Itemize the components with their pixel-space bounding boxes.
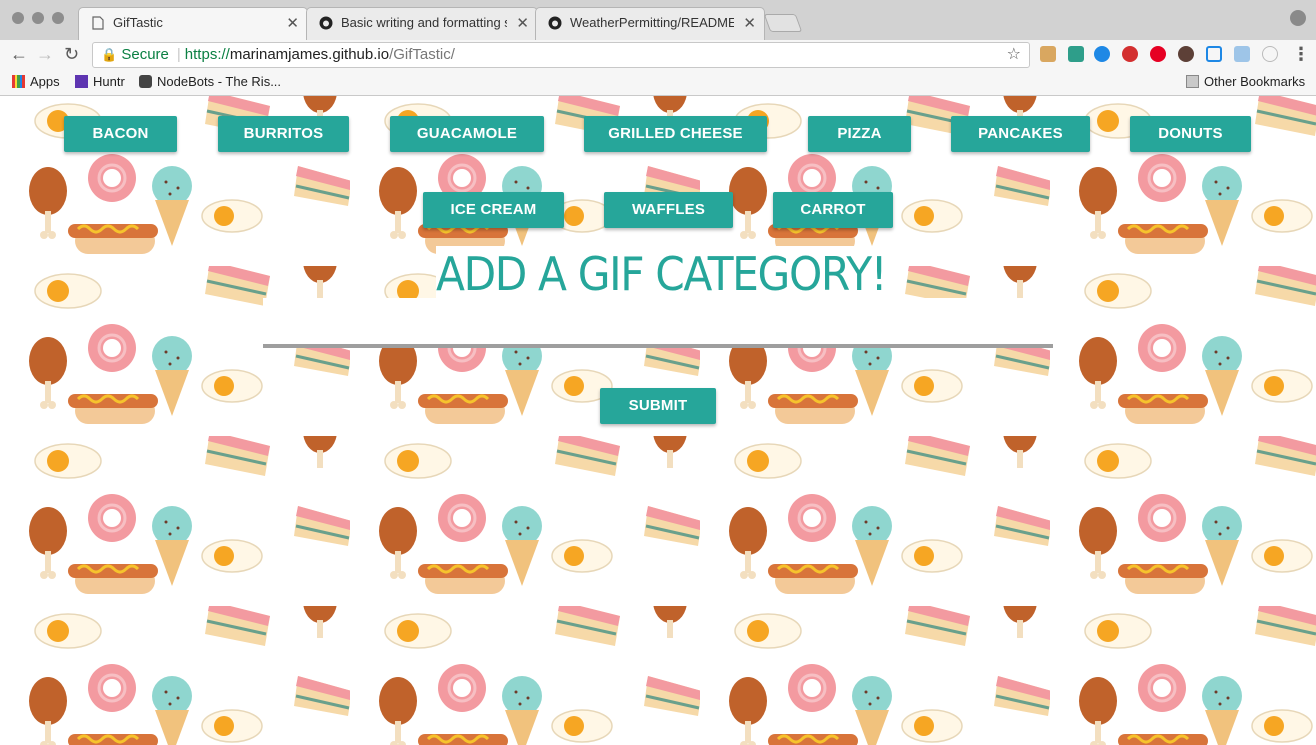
extension-icon[interactable] [1234, 46, 1250, 62]
adblock-icon[interactable] [1122, 46, 1138, 62]
category-button-pancakes[interactable]: PANCAKES [951, 116, 1090, 152]
extension-icon[interactable] [1262, 46, 1278, 62]
extension-icon[interactable] [1040, 46, 1056, 62]
other-bookmarks[interactable]: Other Bookmarks [1186, 74, 1305, 89]
tab-weatherpermitting[interactable]: WeatherPermitting/README.m ✕ [535, 7, 765, 40]
tab-label: GifTastic [113, 15, 163, 30]
folder-icon [1186, 75, 1199, 88]
category-button-burritos[interactable]: BURRITOS [218, 116, 349, 152]
reload-icon[interactable]: ↻ [64, 44, 79, 64]
github-icon [548, 16, 562, 30]
forward-arrow-icon[interactable]: → [36, 44, 54, 64]
close-tab-icon[interactable]: ✕ [516, 14, 529, 32]
tab-label: WeatherPermitting/README.m [570, 15, 734, 30]
tab-strip: GifTastic ✕ Basic writing and formatting… [0, 0, 1316, 40]
url-scheme: https:// [184, 46, 230, 63]
screenshot-icon[interactable] [1206, 46, 1222, 62]
category-button-ice-cream[interactable]: ICE CREAM [423, 192, 564, 228]
close-tab-icon[interactable]: ✕ [286, 14, 299, 32]
close-tab-icon[interactable]: ✕ [743, 14, 756, 32]
category-button-carrot[interactable]: CARROT [773, 192, 893, 228]
divider: | [176, 46, 181, 63]
bookmark-nodebots[interactable]: NodeBots - The Ris... [139, 74, 281, 89]
github-icon [319, 16, 333, 30]
category-input[interactable] [263, 298, 1053, 348]
url-path: /GifTastic/ [389, 46, 455, 63]
back-arrow-icon[interactable]: ← [10, 44, 28, 64]
extension-icon[interactable] [1068, 46, 1084, 62]
robot-icon [139, 75, 152, 88]
category-button-bacon[interactable]: BACON [64, 116, 177, 152]
new-tab-button[interactable] [763, 14, 803, 32]
lock-icon: 🔒 [101, 47, 118, 62]
bookmark-label: NodeBots - The Ris... [157, 74, 282, 89]
bookmarks-bar: Apps Huntr NodeBots - The Ris... Other B… [0, 70, 1316, 96]
extension-icon[interactable] [1178, 46, 1194, 62]
form-title: ADD A GIF CATEGORY! [436, 247, 888, 301]
submit-button[interactable]: SUBMIT [600, 388, 716, 424]
category-button-guacamole[interactable]: GUACAMOLE [390, 116, 544, 152]
huntr-icon [75, 75, 88, 88]
category-button-donuts[interactable]: DONUTS [1130, 116, 1251, 152]
secure-label: Secure [121, 46, 169, 63]
apps-grid-icon [12, 75, 25, 88]
pinterest-icon[interactable] [1150, 46, 1166, 62]
category-button-grilled-cheese[interactable]: GRILLED CHEESE [584, 116, 767, 152]
bookmark-label: Apps [30, 74, 60, 89]
address-bar[interactable]: 🔒 Secure | https://marinamjames.github.io/… [92, 42, 1030, 68]
page-content: BACON BURRITOS GUACAMOLE GRILLED CHEESE … [0, 96, 1316, 745]
extension-icon[interactable] [1094, 46, 1110, 62]
browser-toolbar: ← → ↻ 🔒 Secure | https://marinamjames.gith… [0, 40, 1316, 70]
tab-basic-writing[interactable]: Basic writing and formatting sy ✕ [306, 7, 538, 40]
page-icon [92, 16, 104, 30]
category-button-waffles[interactable]: WAFFLES [604, 192, 733, 228]
bookmark-star-icon[interactable]: ☆ [1007, 43, 1021, 67]
url-host: marinamjames.github.io [229, 46, 390, 63]
bookmark-huntr[interactable]: Huntr [75, 74, 125, 89]
browser-chrome: GifTastic ✕ Basic writing and formatting… [0, 0, 1316, 96]
profile-icon[interactable] [1290, 10, 1306, 26]
tab-giftastic[interactable]: GifTastic ✕ [78, 7, 308, 40]
menu-icon[interactable]: ⋮ [1292, 44, 1310, 64]
zoom-window-button[interactable] [52, 12, 64, 24]
close-window-button[interactable] [12, 12, 24, 24]
bookmark-label: Huntr [93, 74, 125, 89]
category-button-pizza[interactable]: PIZZA [808, 116, 911, 152]
tab-label: Basic writing and formatting sy [341, 15, 507, 30]
minimize-window-button[interactable] [32, 12, 44, 24]
other-bookmarks-label: Other Bookmarks [1204, 74, 1306, 89]
bookmark-apps[interactable]: Apps [12, 74, 60, 89]
